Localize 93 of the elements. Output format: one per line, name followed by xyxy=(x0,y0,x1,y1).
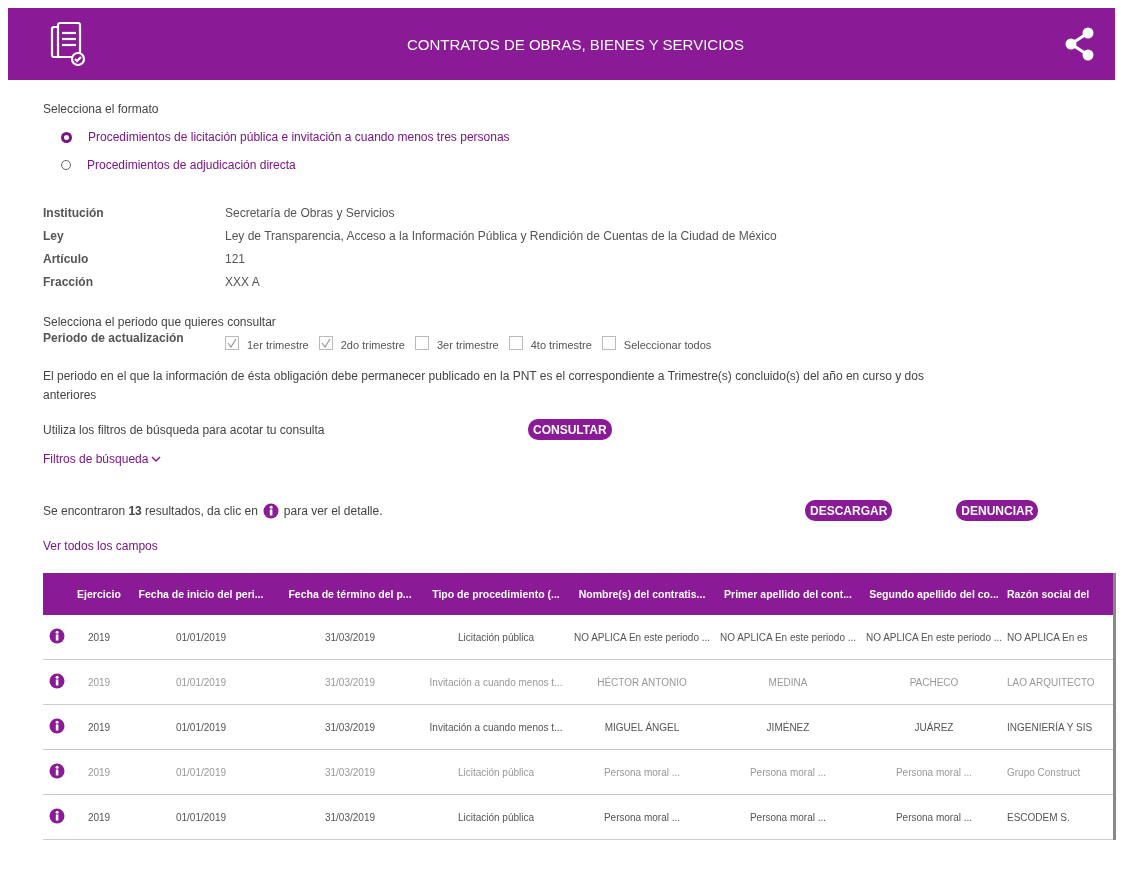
table-cell: Persona moral ... xyxy=(861,794,1007,840)
checkbox-label[interactable]: Seleccionar todos xyxy=(623,339,712,351)
checkbox-label[interactable]: 1er trimestre xyxy=(247,339,309,351)
info-icon[interactable] xyxy=(49,808,65,824)
table-cell: 01/01/2019 xyxy=(125,794,277,840)
table-cell: Persona moral ... xyxy=(861,749,1007,795)
checkbox[interactable] xyxy=(508,336,523,350)
table-cell: Licitación pública xyxy=(423,794,569,840)
table-cell: Persona moral ... xyxy=(715,794,861,840)
table-cell: 01/01/2019 xyxy=(125,659,277,705)
table-cell: 31/03/2019 xyxy=(277,659,423,705)
checkbox[interactable] xyxy=(225,336,239,350)
download-button[interactable]: DESCARGAR xyxy=(805,500,893,521)
info-icon[interactable] xyxy=(49,763,65,779)
see-all-link[interactable]: Ver todos los campos xyxy=(43,539,158,553)
table-cell: JUÁREZ xyxy=(861,704,1007,750)
field-label: Institución xyxy=(43,206,105,220)
results-text: para ver el detalle. xyxy=(283,503,383,518)
table-cell: INGENIERÍA Y SIS xyxy=(1007,704,1113,750)
table-cell: 31/03/2019 xyxy=(277,704,423,750)
consult-button[interactable]: CONSULTAR xyxy=(528,419,612,440)
table-cell: 2019 xyxy=(73,615,125,660)
table-cell: PACHECO xyxy=(861,659,1007,705)
info-icon[interactable] xyxy=(49,673,65,689)
checkbox[interactable] xyxy=(414,336,429,350)
table-cell: Licitación pública xyxy=(423,749,569,795)
info-icon xyxy=(262,502,279,519)
table-cell: 31/03/2019 xyxy=(277,615,423,660)
info-icon[interactable] xyxy=(49,628,65,644)
field-value: 121 xyxy=(225,252,247,266)
notice-text: El periodo en el que la información de ésta obligación debe permanecer publicado en la PNT es el correspondiente a Trimestre(s) concluido(s) del año en curso y dos anteriores xyxy=(43,368,925,404)
checkbox-label[interactable]: 2do trimestre xyxy=(340,339,405,351)
checkbox[interactable] xyxy=(601,336,616,350)
table-cell: ESCODEM S. xyxy=(1007,794,1113,840)
table-cell: Persona moral ... xyxy=(715,749,861,795)
table-cell: Persona moral ... xyxy=(569,794,715,840)
table-cell: Licitación pública xyxy=(423,615,569,660)
share-icon[interactable] xyxy=(1065,27,1095,61)
table-cell: Grupo Construct xyxy=(1007,749,1113,795)
radio-label[interactable]: Procedimientos de adjudicación directa xyxy=(87,158,296,172)
field-label: Artículo xyxy=(43,252,90,266)
table-cell: 01/01/2019 xyxy=(125,749,277,795)
table-cell: NO APLICA En es xyxy=(1007,615,1113,660)
info-icon[interactable] xyxy=(49,718,65,734)
table-cell: HÉCTOR ANTONIO xyxy=(569,659,715,705)
period-prompt: Selecciona el periodo que quieres consultar xyxy=(43,315,277,329)
report-button[interactable]: DENUNCIAR xyxy=(956,500,1039,521)
column-header[interactable]: Nombre(s) del contratis... xyxy=(569,573,715,615)
checkmark-icon xyxy=(320,338,331,348)
table-cell: 31/03/2019 xyxy=(277,749,423,795)
table-cell: Invitación a cuando menos t... xyxy=(423,704,569,750)
column-header[interactable]: Fecha de término del p... xyxy=(277,573,423,615)
radio-label[interactable]: Procedimientos de licitación pública e invitación a cuando menos tres personas xyxy=(88,130,510,144)
column-header[interactable]: Tipo de procedimiento (... xyxy=(423,573,569,615)
table-cell: 2019 xyxy=(73,749,125,795)
field-value: Secretaría de Obras y Servicios xyxy=(225,206,396,220)
table-cell: 2019 xyxy=(73,794,125,840)
results-text: Se encontraron 13 resultados, da clic en xyxy=(43,503,258,518)
column-header[interactable]: Fecha de inicio del peri... xyxy=(125,573,277,615)
table-cell: 01/01/2019 xyxy=(125,615,277,660)
field-label: Ley xyxy=(43,229,65,243)
field-label: Fracción xyxy=(43,275,94,289)
table-cell: NO APLICA En este periodo ... xyxy=(715,615,861,660)
field-value: XXX A xyxy=(225,275,261,289)
table-cell: 31/03/2019 xyxy=(277,794,423,840)
table-cell: 01/01/2019 xyxy=(125,704,277,750)
table-cell: NO APLICA En este periodo ... xyxy=(569,615,715,660)
column-header[interactable]: Primer apellido del cont... xyxy=(715,573,861,615)
checkbox-label[interactable]: 3er trimestre xyxy=(436,339,499,351)
checkbox[interactable] xyxy=(318,336,333,350)
column-header[interactable]: Razón social del xyxy=(1007,573,1113,615)
table-cell: JIMÉNEZ xyxy=(715,704,861,750)
checkbox-label[interactable]: 4to trimestre xyxy=(530,339,592,351)
period-label: Periodo de actualización xyxy=(43,330,185,345)
filter-hint: Utiliza los filtros de búsqueda para acotar tu consulta xyxy=(43,422,326,437)
table-cell: 2019 xyxy=(73,659,125,705)
column-header[interactable]: Segundo apellido del co... xyxy=(861,573,1007,615)
table-cell: Invitación a cuando menos t... xyxy=(423,659,569,705)
table-cell: MEDINA xyxy=(715,659,861,705)
document-icon xyxy=(50,21,86,67)
chevron-down-icon xyxy=(151,455,162,463)
format-label: Selecciona el formato xyxy=(43,102,160,116)
table-cell: 2019 xyxy=(73,704,125,750)
table-cell: NO APLICA En este periodo ... xyxy=(861,615,1007,660)
table-cell: LAO ARQUITECTO xyxy=(1007,659,1113,705)
column-header[interactable]: Ejercicio xyxy=(73,573,125,615)
page-title: CONTRATOS DE OBRAS, BIENES Y SERVICIOS xyxy=(405,35,745,53)
checkmark-icon xyxy=(227,338,237,348)
table-cell: MIGUEL ÁNGEL xyxy=(569,704,715,750)
table-cell: Persona moral ... xyxy=(569,749,715,795)
radio-button[interactable] xyxy=(61,131,72,143)
field-value: Ley de Transparencia, Acceso a la Información Pública y Rendición de Cuentas de la Ciudad de México xyxy=(225,229,778,243)
filters-toggle[interactable]: Filtros de búsqueda xyxy=(43,452,162,466)
